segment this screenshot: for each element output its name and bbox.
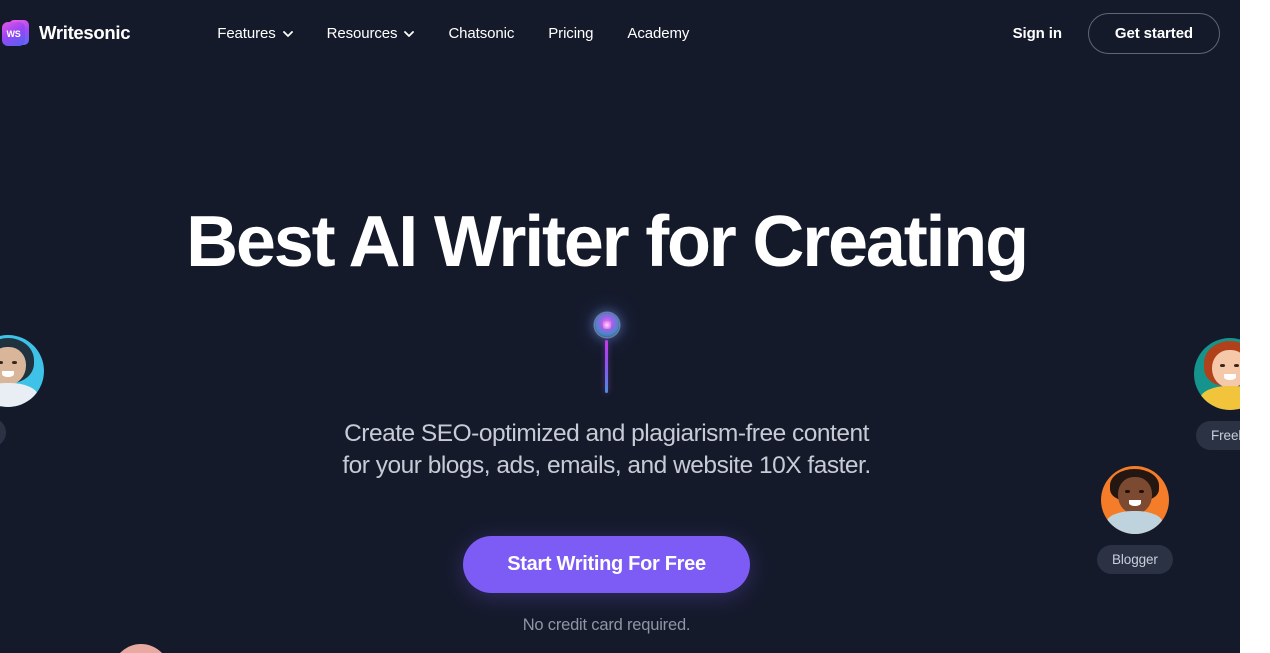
nav-item-pricing[interactable]: Pricing [531, 19, 610, 48]
main-navigation-bar: WS Writesonic Features Resources Chatson… [0, 0, 1240, 66]
text-cursor-orb-icon [595, 313, 619, 393]
writesonic-landing-page: WS Writesonic Features Resources Chatson… [0, 0, 1240, 653]
brand-name: Writesonic [39, 22, 131, 43]
persona-blogger[interactable]: Blogger [1097, 466, 1173, 574]
persona-left-cutoff-label: r [0, 418, 7, 447]
avatar-man-smiling-icon [1100, 466, 1169, 534]
hero-section: Best AI Writer for Creating Create SEO-o… [0, 0, 1240, 653]
nav-item-features[interactable]: Features [200, 19, 309, 48]
avatar-person-cyan-icon [0, 335, 44, 407]
persona-freelancer[interactable]: Freelancer [1194, 338, 1240, 450]
brand-logo-link[interactable]: WS Writesonic [2, 19, 131, 47]
get-started-button[interactable]: Get started [1087, 12, 1220, 54]
logo-mark-text: WS [6, 28, 21, 39]
nav-item-academy-label: Academy [627, 24, 690, 42]
nav-links-group: Features Resources Chatsonic Pricing Aca… [200, 19, 706, 48]
hero-subheadline: Create SEO-optimized and plagiarism-free… [342, 420, 871, 479]
nav-item-resources-label: Resources [326, 24, 398, 42]
browser-viewport: WS Writesonic Features Resources Chatson… [0, 0, 1270, 653]
nav-item-academy[interactable]: Academy [610, 19, 706, 48]
persona-left-cutoff[interactable]: r [0, 335, 44, 447]
hero-headline: Best AI Writer for Creating [186, 202, 1029, 282]
sign-in-link[interactable]: Sign in [1001, 19, 1074, 48]
avatar-woman-redhair-icon [1194, 338, 1240, 410]
chevron-down-icon [282, 29, 293, 39]
nav-actions-group: Sign in Get started [1001, 12, 1220, 54]
persona-freelancer-label: Freelancer [1196, 421, 1240, 450]
page-right-gutter [1240, 0, 1270, 653]
chevron-down-icon [404, 29, 415, 39]
nav-item-pricing-label: Pricing [548, 24, 594, 42]
hero-cta-wrapper: Start Writing For Free [0, 536, 1213, 593]
persona-bottom-cutoff-avatar[interactable] [112, 644, 170, 653]
nav-item-resources[interactable]: Resources [310, 19, 432, 48]
start-writing-for-free-button[interactable]: Start Writing For Free [463, 536, 750, 593]
nav-item-chatsonic-label: Chatsonic [448, 24, 515, 42]
nav-item-chatsonic[interactable]: Chatsonic [431, 19, 531, 48]
persona-blogger-label: Blogger [1097, 545, 1173, 574]
nav-item-features-label: Features [217, 24, 276, 42]
writesonic-logo-icon: WS [2, 19, 30, 47]
no-credit-card-note: No credit card required. [522, 616, 691, 634]
